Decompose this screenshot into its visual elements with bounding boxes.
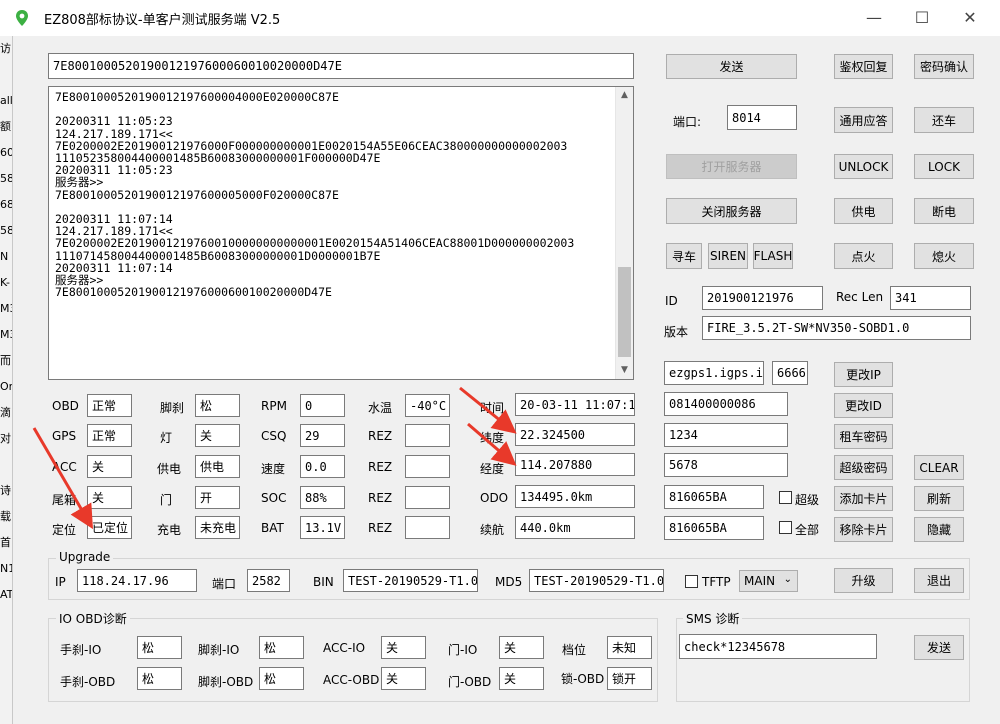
arrow-to-longitude <box>467 422 517 466</box>
annotation-arrows <box>32 386 517 530</box>
arrow-to-locate <box>32 427 94 530</box>
arrow-to-latitude <box>459 386 517 434</box>
